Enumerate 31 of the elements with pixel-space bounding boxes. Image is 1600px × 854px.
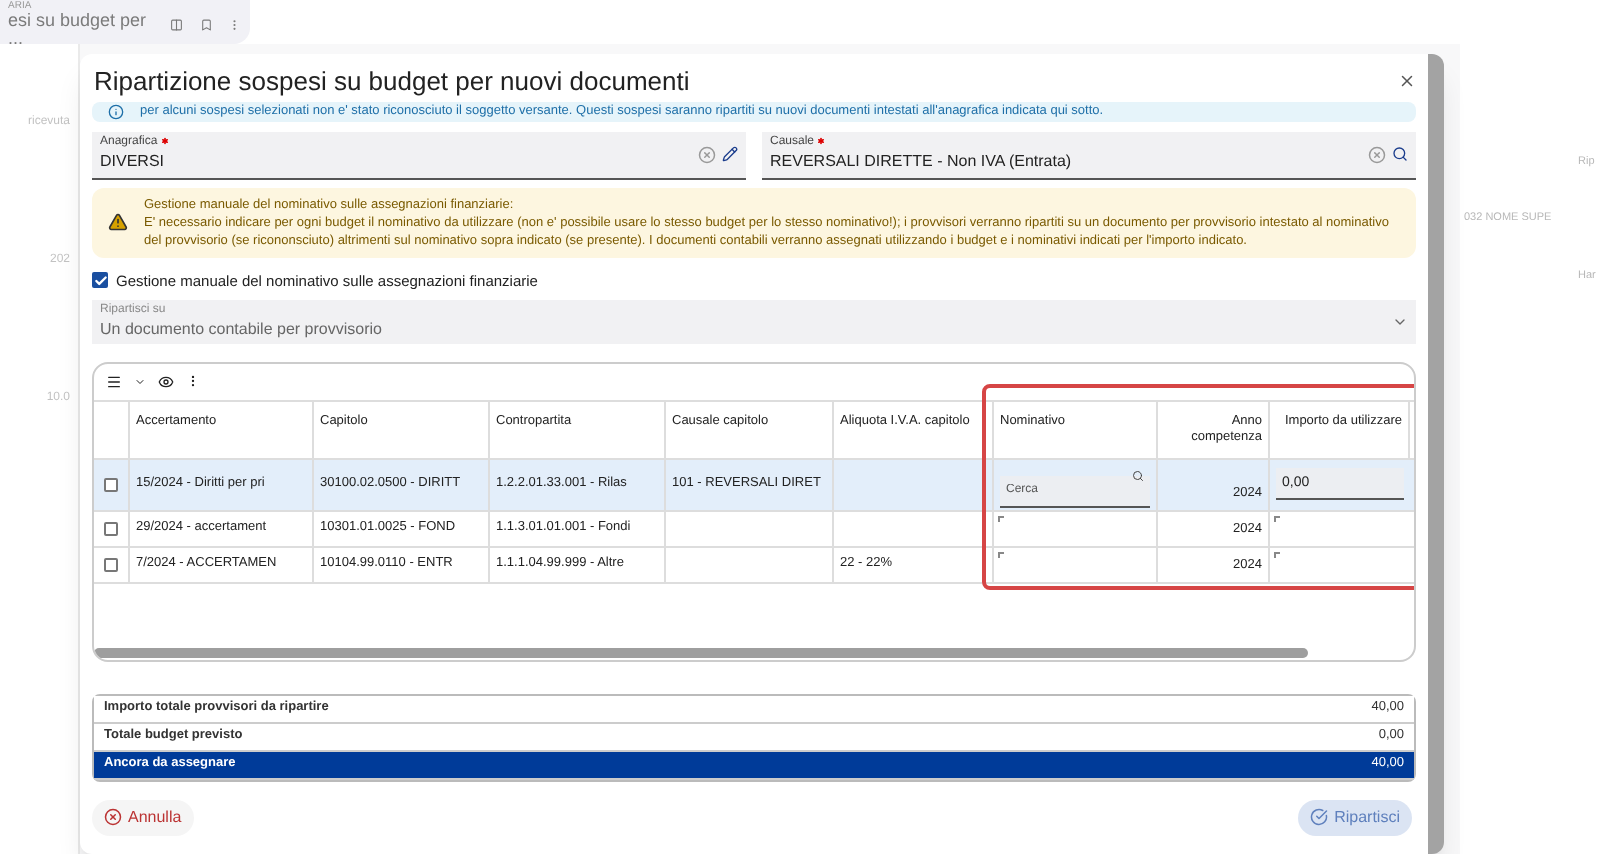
edit-corner-icon	[1274, 515, 1280, 522]
clear-icon[interactable]	[1368, 145, 1386, 163]
warning-icon	[108, 212, 128, 232]
clear-icon[interactable]	[698, 145, 716, 163]
pencil-icon[interactable]	[722, 146, 738, 162]
chevron-down-icon[interactable]	[134, 375, 146, 388]
edit-corner-icon	[998, 551, 1004, 558]
check-circle-icon	[1310, 808, 1329, 827]
cancel-button[interactable]: Annulla	[92, 799, 194, 836]
list-icon[interactable]	[106, 373, 122, 390]
scrollbar[interactable]	[94, 647, 1309, 658]
columns-icon[interactable]	[170, 17, 184, 31]
eye-icon[interactable]	[158, 373, 174, 390]
field-value: Un documento contabile per provvisorio	[100, 319, 384, 339]
field-value: DIVERSI	[100, 151, 167, 172]
field-value: REVERSALI DIRETTE - Non IVA (Entrata)	[770, 151, 1074, 172]
cancel-icon	[104, 808, 122, 827]
more-icon[interactable]	[186, 374, 200, 389]
bookmark-icon[interactable]	[199, 17, 213, 31]
tab-title: esi su budget per ...	[8, 11, 149, 47]
checkbox[interactable]	[92, 272, 108, 289]
edit-corner-icon	[1274, 551, 1280, 558]
search-icon[interactable]	[1132, 470, 1144, 483]
row-checkbox[interactable]	[104, 521, 118, 536]
row-checkbox[interactable]	[104, 557, 118, 572]
info-icon	[108, 103, 124, 119]
row-checkbox[interactable]	[104, 477, 118, 492]
search-icon[interactable]	[1392, 146, 1408, 162]
dialog-title: Ripartizione sospesi su budget per nuovi documenti	[92, 64, 690, 100]
edit-corner-icon	[998, 515, 1004, 522]
close-icon[interactable]	[1398, 72, 1416, 91]
